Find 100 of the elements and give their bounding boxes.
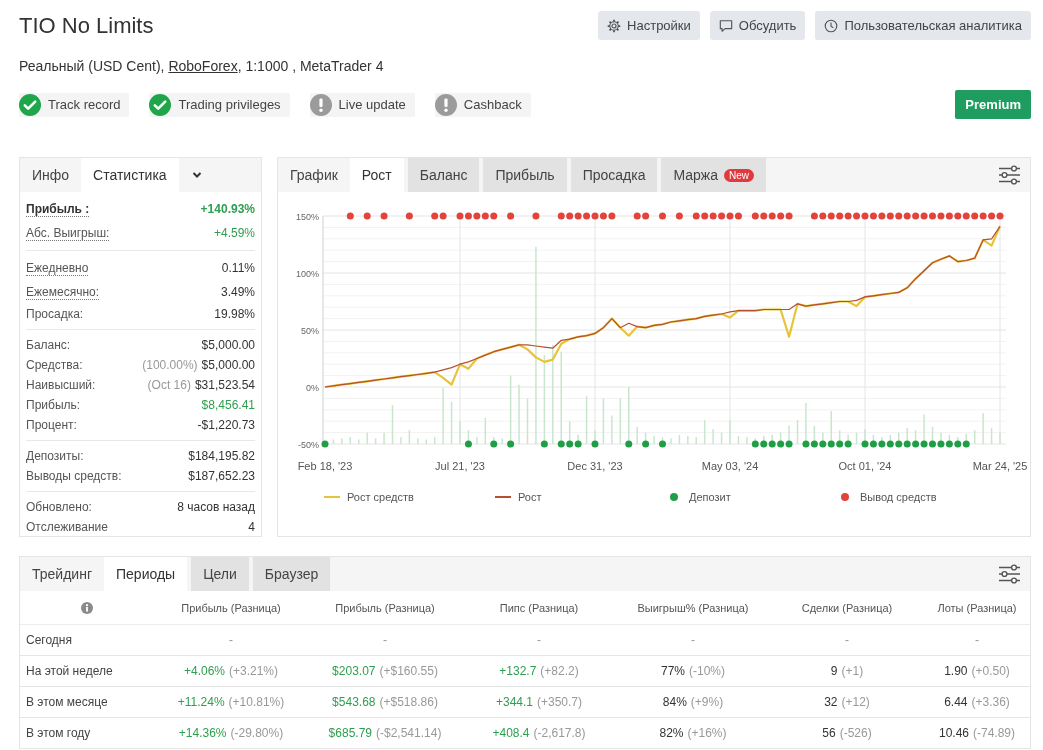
y-axis-label: 100%: [295, 268, 319, 279]
stat-value: $5,000.00: [201, 338, 255, 352]
cell-value: $685.79: [328, 726, 372, 740]
cell-change: (-526): [839, 726, 872, 740]
cell-value: +14.36%: [178, 726, 227, 740]
tab[interactable]: Цели: [191, 557, 249, 591]
stat-label: Просадка:: [26, 307, 84, 321]
stat-value: 3.49%: [220, 285, 255, 299]
cell-change: (-2,617.8): [533, 726, 586, 740]
cell-value: -: [975, 633, 979, 647]
cell-value: 10.46: [938, 726, 969, 740]
cell-change: (+3.36): [971, 695, 1010, 709]
y-axis-label: -50%: [298, 439, 319, 450]
cell-change: (-74.89): [973, 726, 1016, 740]
cell-value: $203.07: [332, 664, 376, 678]
stat-value: $187,652.23: [188, 469, 255, 483]
column-header: Сделки (Разница): [801, 601, 893, 614]
stat-value: $8,456.41: [201, 398, 255, 412]
x-axis-label: May 03, '24: [701, 460, 759, 472]
sliders-icon[interactable]: [998, 165, 1020, 185]
broker-link[interactable]: RoboForex: [168, 58, 238, 74]
cell-change: (+12): [841, 695, 870, 709]
settings-button[interactable]: Настройки: [598, 11, 700, 40]
column-header: Лоты (Разница): [937, 601, 1017, 614]
cell-change: (+9%): [690, 695, 724, 709]
stat-label: Баланс:: [26, 338, 71, 352]
stat-label: Прибыль :: [26, 201, 90, 217]
settings-icon: [607, 18, 622, 33]
x-axis-label: Oct 01, '24: [838, 460, 892, 472]
cell-change: (+10.81%): [228, 695, 285, 709]
tab[interactable]: Периоды: [104, 557, 188, 591]
discuss-button[interactable]: Обсудить: [709, 11, 806, 40]
tab[interactable]: Инфо: [20, 158, 82, 192]
cell-value: 9: [830, 664, 838, 678]
stat-value: $31,523.54: [194, 378, 255, 392]
x-axis-label: Mar 24, '25: [972, 460, 1028, 472]
stat-value: 4: [248, 520, 255, 534]
stat-label: Ежедневно: [26, 260, 89, 276]
cell-value: -: [229, 633, 233, 647]
sliders-icon[interactable]: [998, 564, 1020, 584]
stat-label: Наивысший:: [26, 378, 96, 392]
stat-label: Депозиты:: [26, 449, 84, 463]
stat-label: Средства:: [26, 358, 83, 372]
cell-change: (+16%): [687, 726, 727, 740]
cell-value: -: [845, 633, 849, 647]
page-title: TIO No Limits: [19, 12, 154, 40]
x-axis-label: Dec 31, '23: [567, 460, 623, 472]
tab[interactable]: Трейдинг: [20, 557, 104, 591]
stat-label: Абс. Выигрыш:: [26, 225, 110, 241]
cell-change: (+3.21%): [229, 664, 279, 678]
cell-change: (+82.2): [540, 664, 579, 678]
stat-label: Ежемесячно:: [26, 284, 99, 300]
column-header: Прибыль (Разница): [335, 601, 435, 614]
column-header: Выигрыш% (Разница): [637, 601, 749, 614]
cell-value: -: [383, 633, 387, 647]
tab[interactable]: Баланс: [407, 158, 480, 192]
y-axis-label: 0%: [306, 382, 319, 393]
status-label: Live update: [338, 97, 406, 112]
stat-value: -$1,220.73: [197, 418, 255, 432]
stat-value: 19.98%: [214, 307, 255, 321]
info-icon[interactable]: [81, 601, 93, 614]
tab[interactable]: Маржа New: [661, 158, 767, 192]
stat-label: Выводы средств:: [26, 469, 122, 483]
cell-value: 56: [822, 726, 836, 740]
tab[interactable]: Прибыль: [483, 158, 567, 192]
status-label: Track record: [48, 97, 121, 112]
legend-label: Рост средств: [347, 490, 414, 503]
cell-value: 6.44: [944, 695, 968, 709]
column-header: Пипс (Разница): [499, 601, 579, 614]
tab[interactable]: Просадка: [570, 158, 658, 192]
stat-label: Обновлено:: [26, 500, 92, 514]
cell-change: (-10%): [689, 664, 725, 678]
analytics-button[interactable]: Пользовательская аналитика: [815, 11, 1031, 40]
y-axis-label: 50%: [301, 325, 319, 336]
tab[interactable]: График: [278, 158, 350, 192]
legend-label: Депозит: [689, 490, 731, 503]
tab[interactable]: Браузер: [252, 557, 331, 591]
cell-value: +11.24%: [177, 695, 225, 709]
cell-change: (-$2,541.14): [376, 726, 442, 740]
x-axis-label: Feb 18, '23: [297, 460, 353, 472]
stat-value: $5,000.00: [201, 358, 255, 372]
y-axis-label: 150%: [295, 211, 319, 222]
tab[interactable]: Рост: [349, 158, 404, 192]
stat-label: Процент:: [26, 418, 77, 432]
row-label: В этом месяце: [26, 695, 108, 709]
cell-value: 1.90: [944, 664, 968, 678]
cell-value: +4.06%: [183, 664, 225, 678]
cell-value: +408.4: [492, 726, 530, 740]
legend-label: Рост: [518, 490, 542, 503]
stat-value: 8 часов назад: [177, 500, 255, 514]
legend-label: Вывод средств: [860, 490, 937, 503]
stat-value: $184,195.82: [188, 449, 255, 463]
row-label: Сегодня: [26, 633, 72, 647]
cell-change: (-29.80%): [230, 726, 284, 740]
tab[interactable]: Статистика: [81, 158, 179, 192]
new-badge: New: [724, 168, 755, 182]
cell-change: (+$518.86): [379, 695, 438, 709]
cell-value: 82%: [659, 726, 684, 740]
cell-change: (+350.7): [537, 695, 583, 709]
clock-icon: [824, 18, 839, 33]
